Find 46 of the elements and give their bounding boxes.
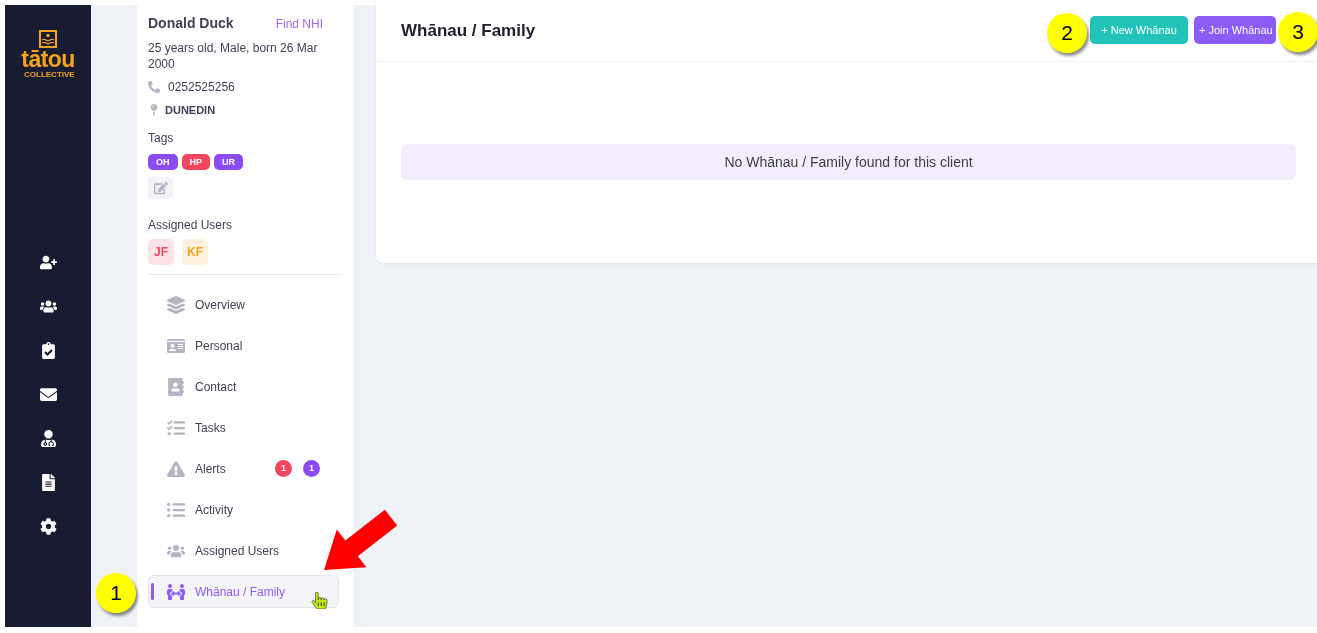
nav-item[interactable]: Activity	[148, 493, 240, 526]
user-initials-avatar: JF	[148, 239, 174, 265]
logo-icon	[39, 30, 57, 48]
assigned-users-label: Assigned Users	[148, 217, 234, 233]
layers-icon	[167, 295, 185, 314]
nav-item[interactable]: Whānau / Family	[148, 575, 339, 608]
tag-chip: UR	[214, 154, 243, 170]
clipboard-check-icon	[39, 341, 57, 359]
user-initials-avatar: KF	[182, 239, 208, 265]
page-title: Whānau / Family	[401, 19, 536, 42]
envelope-icon	[39, 385, 57, 403]
logo-text: tātou	[21, 48, 75, 70]
find-nhi-link[interactable]: Find NHI	[275, 15, 323, 33]
contact-card-icon	[167, 377, 185, 396]
document-icon	[39, 473, 57, 491]
nav-item[interactable]: Overview	[148, 288, 252, 321]
client-details: 25 years old, Male, born 26 Mar 2000	[148, 40, 319, 72]
tag-chip: OH	[148, 154, 178, 170]
nav-item[interactable]: Contact	[148, 370, 244, 403]
warning-icon	[167, 459, 185, 478]
phone-icon	[148, 81, 160, 93]
doctor-icon	[39, 429, 57, 447]
add-user-icon	[39, 253, 57, 271]
edit-icon	[153, 181, 168, 195]
location-text: DUNEDIN	[165, 103, 216, 118]
hand-cursor-icon	[311, 592, 328, 609]
settings-icon	[39, 517, 57, 535]
checklist-icon	[167, 418, 185, 437]
pin-icon	[148, 104, 160, 116]
count-badge: 1	[303, 460, 320, 477]
people-arrows-icon	[167, 582, 185, 601]
join-whanau-button[interactable]: + Join Whānau	[1194, 16, 1276, 44]
nav-item[interactable]: Assigned Users	[148, 534, 287, 567]
phone-number: 0252525256	[168, 79, 235, 95]
nav-item[interactable]: Alerts 1 1	[148, 452, 339, 485]
id-card-icon	[167, 336, 185, 355]
nav-item[interactable]: Tasks	[148, 411, 233, 444]
tag-chip: HP	[181, 154, 210, 170]
count-badge: 1	[275, 460, 292, 477]
selection-indicator	[151, 583, 154, 600]
tags-label: Tags	[148, 130, 175, 146]
nav-item[interactable]: Personal	[148, 329, 250, 362]
client-name: Donald Duck	[148, 14, 234, 33]
list-icon	[167, 500, 185, 519]
logo-subtitle: COLLECTIVE	[24, 70, 75, 79]
empty-state-message: No Whānau / Family found for this client	[401, 144, 1296, 180]
